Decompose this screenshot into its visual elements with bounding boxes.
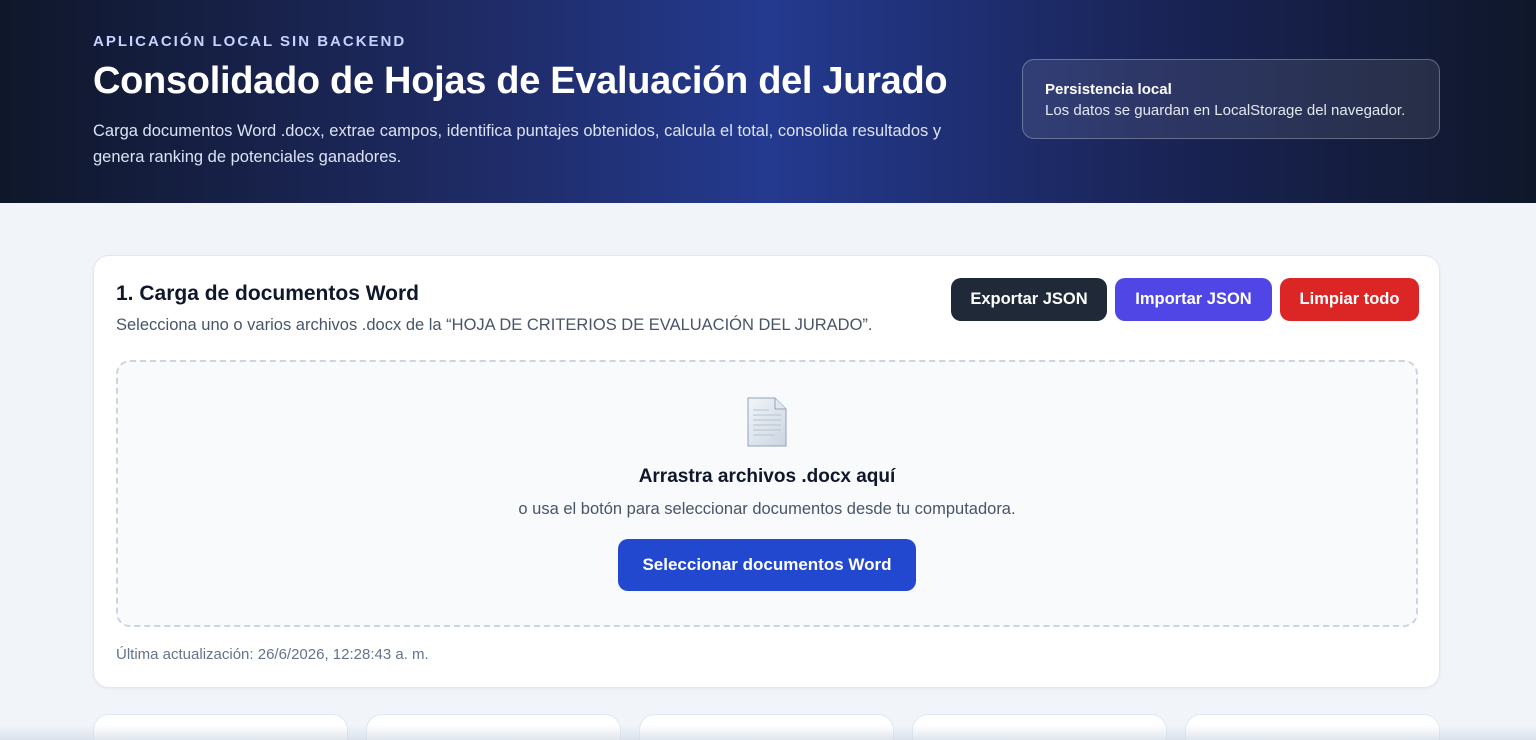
dropzone-subtitle: o usa el botón para seleccionar document…	[518, 500, 1016, 518]
persistence-info-box: Persistencia local Los datos se guardan …	[1022, 59, 1440, 139]
import-json-button[interactable]: Importar JSON	[1115, 278, 1272, 321]
persistence-text: Los datos se guardan en LocalStorage del…	[1045, 102, 1406, 119]
upload-card: 1. Carga de documentos Word Selecciona u…	[93, 255, 1440, 688]
clear-all-button[interactable]: Limpiar todo	[1280, 278, 1419, 321]
last-updated-text: Última actualización: 26/6/2026, 12:28:4…	[116, 646, 429, 663]
upload-section-subtitle: Selecciona uno o varios archivos .docx d…	[116, 316, 873, 334]
file-dropzone[interactable]: Arrastra archivos .docx aquí o usa el bo…	[116, 360, 1418, 627]
document-icon	[747, 397, 787, 447]
upload-section-title: 1. Carga de documentos Word	[116, 282, 419, 305]
page-title: Consolidado de Hojas de Evaluación del J…	[93, 60, 948, 102]
bottom-fade	[0, 725, 1536, 740]
header-description: Carga documentos Word .docx, extrae camp…	[93, 122, 942, 166]
app-header: APLICACIÓN LOCAL SIN BACKEND Consolidado…	[0, 0, 1536, 203]
header-eyebrow: APLICACIÓN LOCAL SIN BACKEND	[93, 33, 407, 50]
select-word-documents-button[interactable]: Seleccionar documentos Word	[618, 539, 916, 591]
dropzone-title: Arrastra archivos .docx aquí	[638, 466, 896, 487]
export-json-button[interactable]: Exportar JSON	[951, 278, 1107, 321]
persistence-title: Persistencia local	[1045, 81, 1172, 98]
